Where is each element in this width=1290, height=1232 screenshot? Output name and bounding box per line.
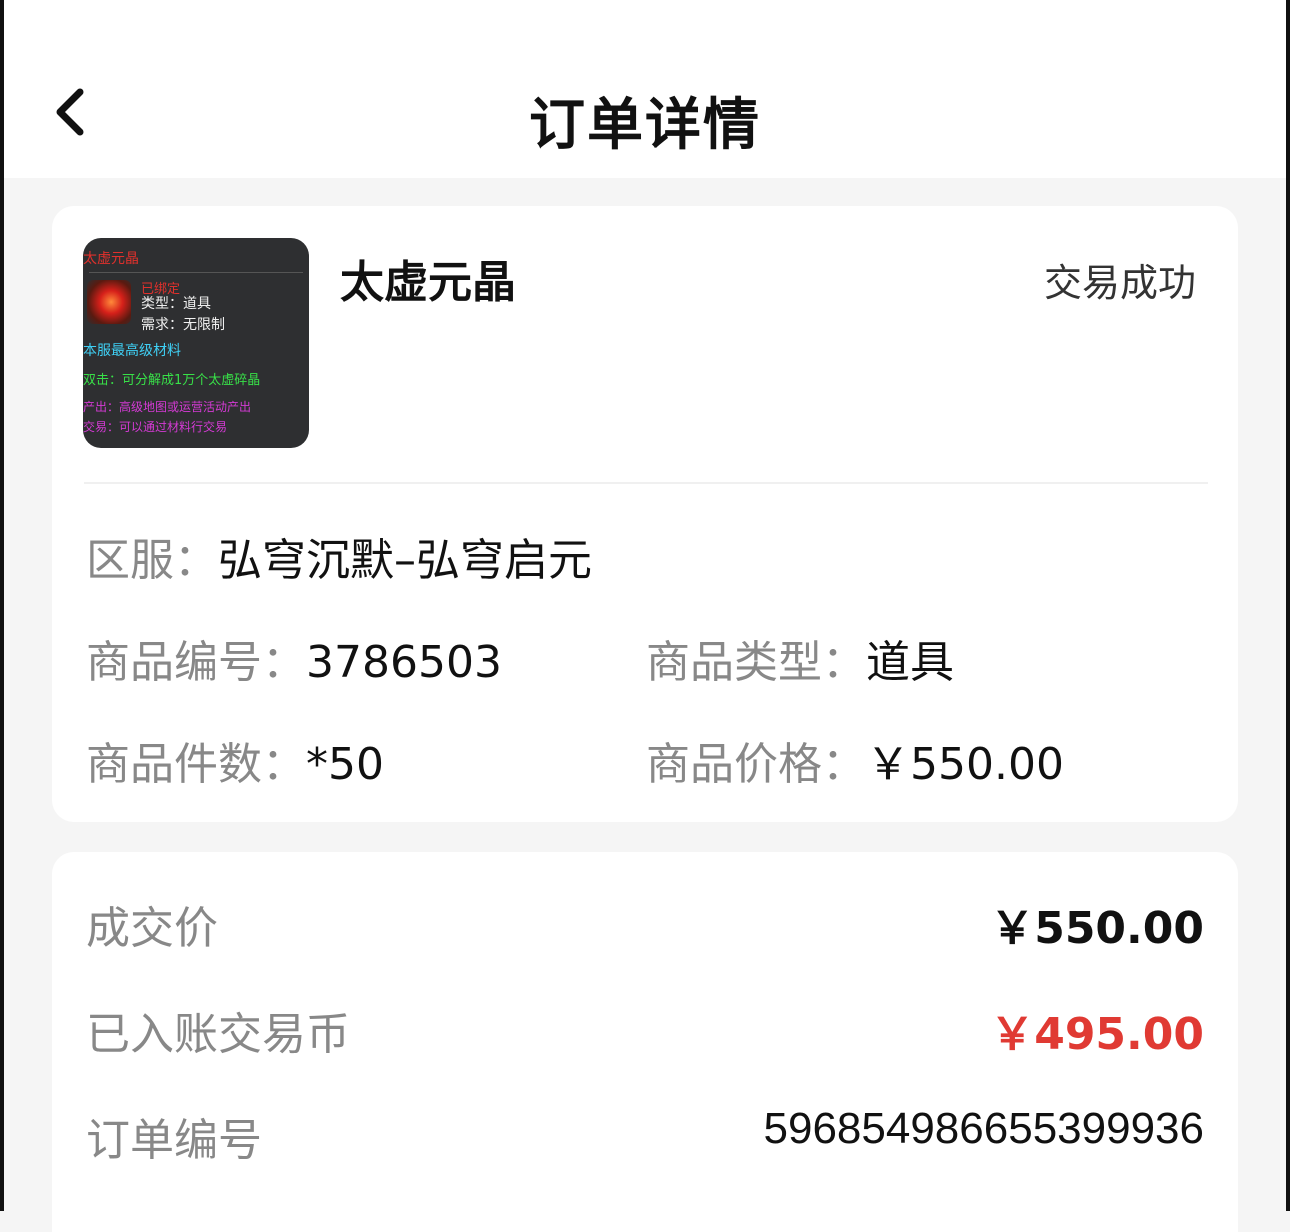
order-number-row: 订单编号 596854986655399936 xyxy=(86,1104,1204,1166)
credited-coins-label: 已入账交易币 xyxy=(86,1009,350,1060)
order-number-label: 订单编号 xyxy=(86,1115,262,1166)
product-card: 太虚元晶 已绑定 类型：道具 需求：无限制 本服最高级材料 双击：可分解成1万个… xyxy=(52,206,1238,822)
product-count-value: *50 xyxy=(306,739,384,790)
thumbnail-trade: 交易：可以通过材料行交易 xyxy=(83,420,228,434)
product-name: 太虚元晶 xyxy=(340,257,516,308)
thumbnail-source: 产出：高级地图或运营活动产出 xyxy=(83,400,252,414)
product-thumbnail[interactable]: 太虚元晶 已绑定 类型：道具 需求：无限制 本服最高级材料 双击：可分解成1万个… xyxy=(83,238,309,448)
product-type-value: 道具 xyxy=(866,637,954,688)
product-id-row: 商品编号：3786503 xyxy=(86,626,502,690)
deal-price-value: ￥550.00 xyxy=(990,903,1204,954)
credited-coins-row: 已入账交易币 ￥495.00 xyxy=(86,998,1204,1060)
product-price-value: ￥550.00 xyxy=(866,739,1064,790)
thumbnail-item-title: 太虚元晶 xyxy=(83,251,139,267)
thumbnail-requirement: 需求：无限制 xyxy=(141,317,225,333)
product-price-label: 商品价格： xyxy=(646,739,866,790)
product-type-row: 商品类型：道具 xyxy=(646,626,954,690)
crystal-icon xyxy=(87,280,131,324)
order-number-value[interactable]: 596854986655399936 xyxy=(764,1104,1204,1154)
divider xyxy=(84,482,1208,484)
deal-price-row: 成交价 ￥550.00 xyxy=(86,892,1204,954)
credited-coins-value: ￥495.00 xyxy=(990,1009,1204,1060)
thumbnail-description: 本服最高级材料 xyxy=(83,343,181,359)
thumbnail-divider xyxy=(89,272,303,273)
server-row: 区服：弘穹沉默–弘穹启元 xyxy=(86,524,592,588)
product-count-label: 商品件数： xyxy=(86,739,306,790)
deal-price-label: 成交价 xyxy=(86,903,218,954)
server-value: 弘穹沉默–弘穹启元 xyxy=(218,535,592,586)
product-type-label: 商品类型： xyxy=(646,637,866,688)
product-id-value: 3786503 xyxy=(306,637,502,688)
thumbnail-type: 类型：道具 xyxy=(141,296,211,312)
nav-header: 订单详情 xyxy=(0,0,1290,178)
server-label: 区服： xyxy=(86,535,218,586)
product-id-label: 商品编号： xyxy=(86,637,306,688)
page-title: 订单详情 xyxy=(529,93,761,158)
order-summary-card: 成交价 ￥550.00 已入账交易币 ￥495.00 订单编号 59685498… xyxy=(52,852,1238,1232)
status-badge: 交易成功 xyxy=(1043,261,1196,305)
product-price-row: 商品价格：￥550.00 xyxy=(646,728,1064,792)
thumbnail-usage: 双击：可分解成1万个太虚碎晶 xyxy=(83,373,261,388)
product-count-row: 商品件数：*50 xyxy=(86,728,384,792)
